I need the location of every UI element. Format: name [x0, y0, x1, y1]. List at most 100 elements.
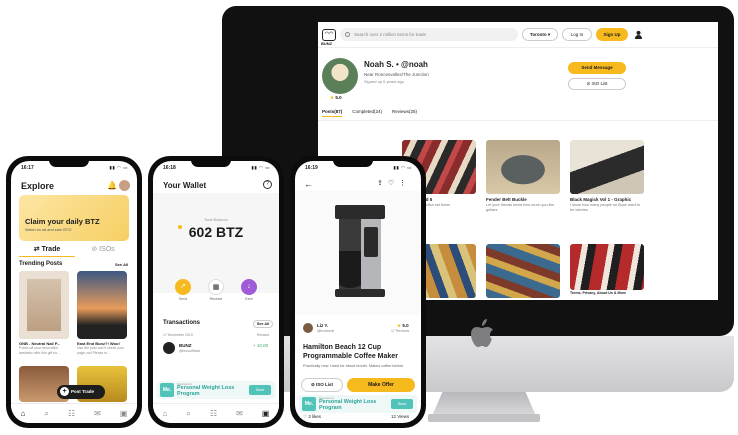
trending-card[interactable]: GNB - Neutral Nail P... Polish off your … [19, 271, 69, 355]
imac-stand-base [428, 414, 540, 422]
balance-label: Total Balance [203, 217, 228, 222]
signup-button[interactable]: Sign Up [596, 28, 628, 41]
transaction-handle: @bunzofficial [179, 349, 200, 353]
search-icon [345, 32, 350, 37]
wallet-icon[interactable]: ▣ [120, 409, 128, 418]
send-button[interactable]: ➚ Send [173, 279, 193, 301]
likes-label: 3 likes [308, 414, 322, 419]
product-image [295, 191, 421, 315]
post-image [486, 140, 560, 194]
see-all-button[interactable]: See All [253, 320, 273, 328]
city-dropdown[interactable]: Toronto ▾ [522, 28, 558, 41]
make-offer-button[interactable]: Make Offer [347, 378, 415, 392]
transaction-name: BUNZ [179, 343, 192, 348]
transaction-type: Reward [257, 333, 270, 337]
receive-label: Receive [209, 297, 223, 301]
post-card[interactable]: Fender Belt Buckle Let your friends know… [486, 140, 560, 216]
tab-posts[interactable]: Posts(87) [322, 109, 343, 117]
plus-icon: + [60, 387, 69, 396]
rating-value: 5.0 [402, 323, 409, 328]
user-icon[interactable] [634, 30, 643, 39]
avatar[interactable] [119, 180, 130, 191]
post-card[interactable] [486, 244, 560, 300]
ad-save-button[interactable]: Save [249, 385, 271, 395]
messages-icon[interactable]: ✉ [236, 409, 243, 418]
balance-panel [153, 193, 279, 293]
search-placeholder: Search over 2 million items for trade [354, 32, 427, 37]
help-icon[interactable]: ? [263, 180, 272, 189]
search-icon[interactable]: ⌕ [44, 409, 48, 419]
iso-list-button[interactable]: ⊘ ISO List [301, 378, 343, 392]
phone-notch [333, 156, 373, 167]
home-icon[interactable]: ⌂ [21, 409, 26, 418]
sponsored-ad[interactable]: Me. Sponsored Personal Weight Loss Progr… [299, 395, 417, 413]
earn-icon: ↓ [241, 279, 257, 295]
see-all-link[interactable]: See All [115, 262, 128, 267]
login-button[interactable]: Log In [562, 28, 592, 41]
sponsored-ad[interactable]: Me. Sponsored Personal Weight Loss Progr… [157, 381, 275, 399]
status-time: 16:18 [163, 165, 176, 171]
community-icon[interactable]: ☷ [68, 409, 75, 418]
tab-isos-label: ISOs [99, 246, 115, 253]
post-card[interactable]: Black Magick Vol 1 - Graphic I know how … [570, 140, 644, 216]
receive-button[interactable]: ▦ Receive [206, 279, 226, 301]
ad-text: Personal Weight Loss Program [177, 385, 235, 397]
transactions-heading: Transactions [163, 320, 201, 326]
tab-trade[interactable]: ⇄ Trade [19, 245, 75, 257]
messages-icon[interactable]: ✉ [94, 409, 101, 418]
search-input[interactable]: Search over 2 million items for trade [340, 28, 518, 41]
post-trade-button[interactable]: + Post Trade [57, 385, 105, 399]
divider [318, 120, 718, 121]
star-icon: ★ [397, 323, 402, 328]
coffee-maker-image [335, 205, 385, 297]
phone-notch [49, 156, 89, 167]
trending-heading: Trending Posts [19, 261, 63, 267]
phone-product: 16:19 ▮▮ ◠ ▭ ← ⇪♡⋮ Liz Y. @lizdrewst ★ 5… [290, 156, 426, 428]
seller-name[interactable]: Liz Y. [317, 323, 328, 328]
more-icon[interactable]: ⋮ [399, 180, 411, 187]
ad-save-button[interactable]: Save [391, 399, 413, 409]
community-icon[interactable]: ☷ [210, 409, 217, 418]
signal-wifi-battery-icon: ▮▮ ◠ ▭ [251, 165, 270, 170]
wallet-screen: 16:18 ▮▮ ◠ ▭ Your Wallet ? Total Balance… [153, 161, 279, 423]
earn-button[interactable]: ↓ Earn [239, 279, 259, 301]
iso-list-button[interactable]: ⊘ ISO List [568, 78, 626, 90]
city-label: Toronto [529, 32, 547, 37]
home-icon[interactable]: ⌂ [163, 409, 168, 418]
search-icon[interactable]: ⌕ [186, 409, 190, 419]
status-time: 16:17 [21, 165, 34, 171]
banner-title: Claim your daily BTZ [25, 217, 100, 226]
post-image [570, 140, 644, 194]
profile-avatar [322, 58, 358, 94]
post-title: Black Magick Vol 1 - Graphic [570, 197, 632, 202]
seller-avatar[interactable] [303, 323, 313, 333]
heart-icon[interactable]: ♡ [388, 180, 399, 187]
iso-list-label: ISO List [316, 382, 334, 387]
balance-value: 602 BTZ [188, 224, 244, 240]
share-icon[interactable]: ⇪ [377, 180, 388, 187]
wallet-icon[interactable]: ▣ [262, 409, 270, 418]
trending-card[interactable]: East End Bunz?! Woo! Use the post and it… [77, 271, 127, 355]
website-navbar: ◠◠ BUNZ Search over 2 million items for … [318, 22, 718, 48]
footer-links[interactable]: Terms, Privacy, About Us & More [570, 291, 644, 295]
likes-count[interactable]: ♡ 3 likes [303, 414, 321, 420]
post-desc: Let your friends know how much you like … [486, 203, 555, 212]
product-title: Hamilton Beach 12 Cup Programmable Coffe… [303, 344, 398, 360]
qr-code-icon: ▦ [208, 279, 224, 295]
send-message-button[interactable]: Send Message [568, 62, 626, 74]
tab-isos[interactable]: ⊘ ISOs [75, 245, 131, 253]
daily-btz-banner[interactable]: Claim your daily BTZ Watch an ad and ear… [19, 195, 129, 241]
post-card[interactable]: Terms, Privacy, About Us & More [570, 244, 644, 300]
tab-reviews[interactable]: Reviews(25) [392, 109, 417, 117]
bunz-logo[interactable]: ◠◠ [322, 29, 336, 41]
iso-list-label: ISO List [591, 81, 608, 86]
tab-completed[interactable]: Completed(24) [352, 109, 382, 117]
rating-value: 5.0 [335, 95, 342, 100]
bell-icon[interactable]: 🔔 [107, 181, 117, 190]
transaction-amount: + 10.00 [253, 343, 269, 348]
post-desc: Use the post and it check your page out!… [77, 346, 125, 355]
bottom-tab-bar: ⌂ ⌕ ☷ ✉ ▣ [153, 403, 279, 423]
bunz-avatar [163, 342, 175, 354]
post-trade-label: Post Trade [71, 389, 95, 394]
back-arrow-icon[interactable]: ← [304, 179, 313, 189]
